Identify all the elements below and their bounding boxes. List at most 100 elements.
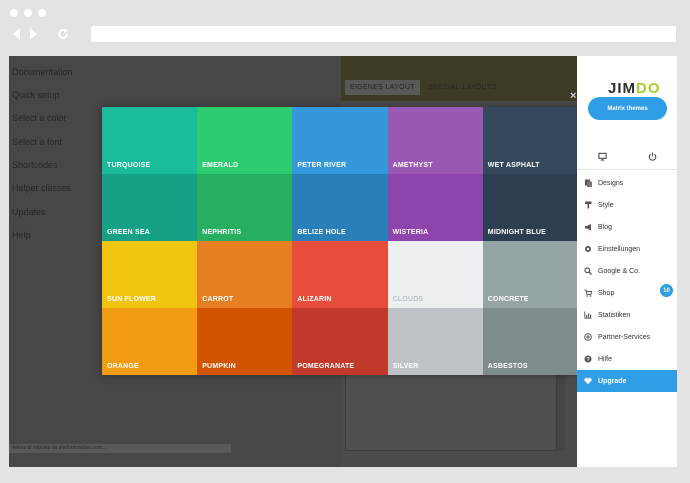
color-swatch-label: TURQUOISE bbox=[107, 162, 151, 169]
plus-circle-icon bbox=[584, 333, 592, 341]
sidebar-item-label: Blog bbox=[598, 223, 613, 231]
color-swatch-peter-river[interactable]: PETER RIVER bbox=[292, 107, 388, 174]
sidebar-item-upgrade[interactable]: Upgrade bbox=[577, 370, 677, 392]
jimdo-sidebar: JIM DO Matrix themes Designs Style Blog Eins… bbox=[577, 56, 677, 467]
menu-item-select-font[interactable]: Select a font bbox=[12, 137, 62, 147]
menu-item-shortcodes[interactable]: Shortcodes bbox=[12, 160, 58, 170]
layers-icon bbox=[584, 179, 592, 187]
color-swatch-pomegranate[interactable]: POMEGRANATE bbox=[292, 308, 388, 375]
menu-item-documentation[interactable]: Documentation bbox=[12, 67, 73, 77]
menu-item-helper-classes[interactable]: Helper classes bbox=[12, 183, 71, 193]
menu-item-help[interactable]: Help bbox=[12, 230, 31, 240]
brush-icon bbox=[584, 201, 592, 209]
color-swatch-label: AMETHYST bbox=[392, 162, 433, 169]
shop-badge: 10 bbox=[660, 284, 673, 297]
color-swatch-alizarin[interactable]: ALIZARIN bbox=[292, 241, 388, 308]
sidebar-item-label: Style bbox=[598, 201, 614, 209]
color-swatch-label: MIDNIGHT BLUE bbox=[487, 229, 547, 236]
color-swatch-asbestos[interactable]: ASBESTOS bbox=[482, 308, 578, 375]
color-swatch-silver[interactable]: SILVER bbox=[387, 308, 483, 375]
megaphone-icon bbox=[584, 223, 592, 231]
chevron-right-icon bbox=[30, 28, 37, 40]
logo-jim: JIM bbox=[608, 80, 637, 97]
sidebar-item-label: Shop bbox=[598, 289, 615, 297]
sidebar-item-google-co[interactable]: Google & Co. bbox=[577, 260, 677, 282]
sidebar-item-style[interactable]: Style bbox=[577, 194, 677, 216]
heart-icon bbox=[584, 377, 592, 385]
sidebar-item-partner-services[interactable]: Partner-Services bbox=[577, 326, 677, 348]
window-dot[interactable] bbox=[10, 9, 18, 17]
color-swatch-label: POMEGRANATE bbox=[297, 363, 355, 370]
tab-eigenes-layout[interactable]: EIGENES LAYOUT bbox=[345, 80, 420, 95]
sidebar-item-designs[interactable]: Designs bbox=[577, 172, 677, 194]
color-swatch-nephritis[interactable]: NEPHRITIS bbox=[197, 174, 293, 241]
sidebar-item-hilfe[interactable]: ? Hilfe bbox=[577, 348, 677, 370]
tab-spezial-layouts[interactable]: SPEZIAL-LAYOUTS bbox=[424, 80, 502, 95]
color-swatch-label: GREEN SEA bbox=[107, 229, 151, 236]
sidebar-divider bbox=[577, 169, 677, 170]
color-swatch-label: ALIZARIN bbox=[297, 296, 332, 303]
reload-button[interactable] bbox=[56, 26, 70, 42]
color-swatch-turquoise[interactable]: TURQUOISE bbox=[102, 107, 198, 174]
color-swatch-label: CLOUDS bbox=[392, 296, 424, 303]
sidebar-item-blog[interactable]: Blog bbox=[577, 216, 677, 238]
window-dot[interactable] bbox=[24, 9, 32, 17]
window-controls bbox=[10, 9, 46, 17]
layout-tabs: EIGENES LAYOUT SPEZIAL-LAYOUTS bbox=[345, 80, 502, 95]
chart-icon bbox=[584, 311, 592, 319]
color-swatch-label: PETER RIVER bbox=[297, 162, 347, 169]
sidebar-item-statistiken[interactable]: Statistiken bbox=[577, 304, 677, 326]
color-swatch-pumpkin[interactable]: PUMPKIN bbox=[197, 308, 293, 375]
sidebar-item-label: Google & Co. bbox=[598, 267, 641, 275]
sidebar-top-icons bbox=[577, 152, 677, 161]
color-swatch-emerald[interactable]: EMERALD bbox=[197, 107, 293, 174]
color-swatch-belize-hole[interactable]: BELIZE HOLE bbox=[292, 174, 388, 241]
page-viewport: Documentation Quick setup Select a color… bbox=[9, 56, 677, 467]
color-swatch-label: NEPHRITIS bbox=[202, 229, 242, 236]
search-icon bbox=[584, 267, 592, 275]
color-swatch-concrete[interactable]: CONCRETE bbox=[482, 241, 578, 308]
matrix-themes-button[interactable]: Matrix themes bbox=[588, 97, 667, 120]
color-swatch-label: SUN FLOWER bbox=[107, 296, 157, 303]
logo-do: DO bbox=[636, 80, 661, 97]
back-button[interactable] bbox=[10, 26, 24, 42]
menu-item-quick-setup[interactable]: Quick setup bbox=[12, 90, 60, 100]
sidebar-item-label: Statistiken bbox=[598, 311, 631, 319]
monitor-icon[interactable] bbox=[597, 152, 607, 161]
color-swatch-label: EMERALD bbox=[202, 162, 239, 169]
window-dot[interactable] bbox=[38, 9, 46, 17]
power-icon[interactable] bbox=[648, 152, 657, 161]
sidebar-item-label: Upgrade bbox=[598, 377, 627, 385]
sidebar-item-einstellungen[interactable]: Einstellungen bbox=[577, 238, 677, 260]
gear-icon bbox=[584, 245, 592, 253]
color-swatch-wet-asphalt[interactable]: WET ASPHALT bbox=[482, 107, 578, 174]
sidebar-item-label: Einstellungen bbox=[598, 245, 641, 253]
color-swatch-amethyst[interactable]: AMETHYST bbox=[387, 107, 483, 174]
color-swatch-label: PUMPKIN bbox=[202, 363, 236, 370]
color-swatch-midnight-blue[interactable]: MIDNIGHT BLUE bbox=[482, 174, 578, 241]
color-swatch-green-sea[interactable]: GREEN SEA bbox=[102, 174, 198, 241]
reload-icon bbox=[58, 28, 68, 39]
address-bar[interactable] bbox=[91, 26, 676, 42]
color-swatch-label: CARROT bbox=[202, 296, 234, 303]
color-swatch-carrot[interactable]: CARROT bbox=[197, 241, 293, 308]
color-swatch-label: ORANGE bbox=[107, 363, 139, 370]
sidebar-item-label: Partner-Services bbox=[598, 333, 651, 341]
chevron-left-icon bbox=[13, 28, 20, 40]
color-swatch-label: WET ASPHALT bbox=[487, 162, 540, 169]
close-icon[interactable]: × bbox=[570, 90, 576, 102]
color-swatch-wisteria[interactable]: WISTERIA bbox=[387, 174, 483, 241]
status-bar: Attesa di risposta da platform.twitter.c… bbox=[9, 444, 231, 453]
sidebar-item-label: Designs bbox=[598, 179, 624, 187]
color-swatch-sun-flower[interactable]: SUN FLOWER bbox=[102, 241, 198, 308]
color-swatch-label: CONCRETE bbox=[487, 296, 529, 303]
color-swatch-label: ASBESTOS bbox=[487, 363, 528, 370]
help-icon: ? bbox=[584, 355, 592, 363]
menu-item-updates[interactable]: Updates bbox=[12, 207, 46, 217]
color-swatch-orange[interactable]: ORANGE bbox=[102, 308, 198, 375]
color-swatch-label: WISTERIA bbox=[392, 229, 429, 236]
color-swatch-clouds[interactable]: CLOUDS bbox=[387, 241, 483, 308]
forward-button[interactable] bbox=[26, 26, 40, 42]
menu-item-select-color[interactable]: Select a color bbox=[12, 113, 67, 123]
color-swatch-label: SILVER bbox=[392, 363, 419, 370]
